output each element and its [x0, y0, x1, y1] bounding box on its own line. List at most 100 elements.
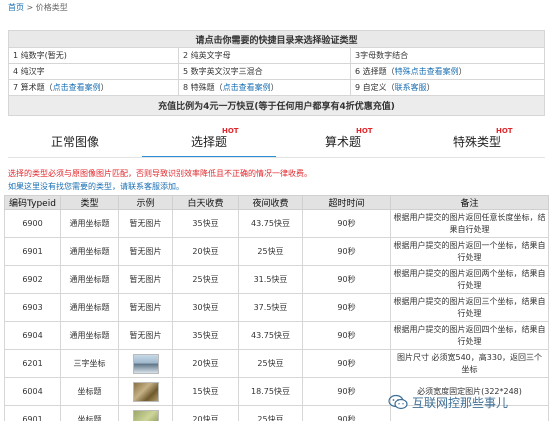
table-header-row: 编码Typeid 类型 示例 白天收费 夜间收费 超时时间 备注 — [4, 195, 549, 210]
cell-typeid-text: 6902 — [22, 275, 43, 284]
help-notice-link[interactable]: 如果这里没有找您需要的类型，请联系客服添加。 — [8, 181, 184, 192]
option-arithmetic[interactable]: 7 算术题（点击查看案例） — [8, 79, 179, 96]
cell-day-price-text: 15快豆 — [192, 387, 219, 396]
cell-timeout-text: 90秒 — [337, 387, 356, 396]
special-case-link[interactable]: 点击查看案例 — [223, 83, 271, 92]
cell-night-price: 25快豆 — [238, 237, 303, 266]
option-pure-chinese[interactable]: 4 纯汉字 — [8, 63, 179, 80]
cell-day-price-text: 30快豆 — [192, 303, 219, 312]
cell-typeid: 6902 — [4, 265, 61, 294]
cell-timeout: 90秒 — [302, 265, 391, 294]
cell-typeid-text: 6901 — [22, 247, 43, 256]
warning-notice: 选择的类型必须与原图像图片匹配，否则导致识别效率降低且不正确的情况一律收费。 — [8, 169, 312, 178]
cell-note: 根据用户提交的图片返回两个坐标，结果自行处理 — [390, 265, 549, 294]
cell-example: 暂无图片 — [118, 321, 173, 350]
cell-example: 暂无图片 — [118, 293, 173, 322]
price-table: 编码Typeid 类型 示例 白天收费 夜间收费 超时时间 备注 6900 通用坐… — [4, 195, 549, 421]
option-pure-digits[interactable]: 1 纯数字(暂无) — [8, 47, 179, 64]
cell-timeout-text: 90秒 — [337, 275, 356, 284]
hot-badge: HOT — [222, 127, 239, 135]
tab-choice-question[interactable]: 选择题 HOT — [142, 126, 276, 158]
selector-title: 请点击你需要的快捷目录来选择验证类型 — [8, 30, 545, 48]
tab-arithmetic[interactable]: 算术题 HOT — [276, 126, 410, 158]
cell-typeid: 6901 — [4, 237, 61, 266]
col-type: 类型 — [60, 195, 119, 210]
cell-type: 坐标题 — [60, 377, 119, 406]
tabs-divider — [8, 157, 545, 158]
cell-type: 通用坐标题 — [60, 237, 119, 266]
col-typeid: 编码Typeid — [4, 195, 61, 210]
cell-timeout-text: 90秒 — [337, 415, 356, 421]
cell-note: 根据用户提交的图片返回任意长度坐标，结果自行处理 — [390, 209, 549, 238]
cell-typeid: 6904 — [4, 321, 61, 350]
cell-type-text: 通用坐标题 — [69, 303, 110, 312]
cell-type-text: 坐标题 — [77, 415, 102, 421]
option-custom[interactable]: 9 自定义（联系客服） — [350, 79, 545, 96]
option-special[interactable]: 8 特殊题（点击查看案例） — [178, 79, 351, 96]
cell-type-text: 通用坐标题 — [69, 275, 110, 284]
cell-timeout-text: 90秒 — [337, 247, 356, 256]
cell-timeout-text: 90秒 — [337, 359, 356, 368]
col-example: 示例 — [118, 195, 173, 210]
cell-day-price-text: 20快豆 — [192, 359, 219, 368]
cell-example: 暂无图片 — [118, 209, 173, 238]
cell-typeid-text: 6901 — [22, 415, 43, 421]
breadcrumb-home-link[interactable]: 首页 — [8, 3, 24, 12]
cell-example: 暂无图片 — [118, 237, 173, 266]
cell-night-price-text: 25快豆 — [257, 247, 284, 256]
cell-night-price-text: 18.75快豆 — [251, 387, 290, 396]
breadcrumb-current: 价格类型 — [35, 3, 68, 12]
cell-type-text: 通用坐标题 — [69, 219, 110, 228]
cell-night-price: 43.75快豆 — [238, 209, 303, 238]
cell-example — [118, 377, 173, 406]
cell-note-text: 根据用户提交的图片返回两个坐标，结果自行处理 — [393, 268, 546, 290]
col-note: 备注 — [390, 195, 549, 210]
cell-day-price-text: 20快豆 — [192, 247, 219, 256]
cell-typeid: 6901 — [4, 405, 61, 421]
option-pure-letters[interactable]: 2 纯英文字母 — [178, 47, 351, 64]
cell-day-price: 15快豆 — [172, 377, 239, 406]
cell-day-price: 20快豆 — [172, 237, 239, 266]
cell-day-price-text: 25快豆 — [192, 275, 219, 284]
example-thumbnail[interactable] — [132, 409, 159, 421]
cell-type: 通用坐标题 — [60, 209, 119, 238]
cell-day-price: 30快豆 — [172, 293, 239, 322]
cell-example-text: 暂无图片 — [129, 331, 162, 340]
tab-label: 算术题 — [324, 135, 361, 149]
choice-case-link[interactable]: 特殊点击查看案例 — [395, 67, 459, 76]
cell-typeid: 6004 — [4, 377, 61, 406]
table-row: 6904 通用坐标题 暂无图片 35快豆 43.75快豆 90秒 根据用户提交的图片返回四个… — [4, 321, 549, 350]
cell-night-price: 43.75快豆 — [238, 321, 303, 350]
cell-type: 通用坐标题 — [60, 293, 119, 322]
cell-night-price: 18.75快豆 — [238, 377, 303, 406]
tab-label: 选择题 — [190, 135, 227, 149]
arithmetic-case-link[interactable]: 点击查看案例 — [53, 83, 101, 92]
cell-day-price-text: 35快豆 — [192, 331, 219, 340]
cell-type: 通用坐标题 — [60, 265, 119, 294]
tab-special-type[interactable]: 特殊类型 HOT — [410, 126, 544, 158]
hot-badge: HOT — [496, 127, 513, 135]
option-letters-digits[interactable]: 3字母数字结合 — [350, 47, 545, 64]
table-row: 6901 通用坐标题 暂无图片 20快豆 25快豆 90秒 根据用户提交的图片返回一个坐标，… — [4, 237, 549, 266]
cell-typeid: 6900 — [4, 209, 61, 238]
cell-type: 坐标题 — [60, 405, 119, 421]
table-row: 6903 通用坐标题 暂无图片 30快豆 37.5快豆 90秒 根据用户提交的图片返回三个坐… — [4, 293, 549, 322]
contact-support-link[interactable]: 联系客服 — [395, 83, 427, 92]
breadcrumb: 首页 > 价格类型 — [8, 2, 68, 14]
col-day-price: 白天收费 — [172, 195, 239, 210]
example-thumbnail[interactable] — [132, 381, 159, 402]
cell-type-text: 通用坐标题 — [69, 331, 110, 340]
cell-type-text: 坐标题 — [77, 387, 102, 396]
example-thumbnail[interactable] — [132, 353, 159, 374]
price-note: 充值比例为4元一万快豆(等于任何用户都享有4折优惠充值) — [8, 95, 545, 116]
hot-badge: HOT — [356, 127, 373, 135]
cell-timeout-text: 90秒 — [337, 331, 356, 340]
watermark: 互联网控那些事儿 — [388, 391, 508, 413]
cell-timeout: 90秒 — [302, 321, 391, 350]
table-row: 6201 三字坐标 20快豆 25快豆 90秒 图片尺寸 必须宽540，高330，返回三个… — [4, 349, 549, 378]
option-three-mixed[interactable]: 5 数字英文汉字三混合 — [178, 63, 351, 80]
cell-timeout-text: 90秒 — [337, 303, 356, 312]
tab-normal-image[interactable]: 正常图像 — [8, 126, 142, 158]
option-choice-question[interactable]: 6 选择题（特殊点击查看案例） — [350, 63, 545, 80]
cell-night-price: 37.5快豆 — [238, 293, 303, 322]
